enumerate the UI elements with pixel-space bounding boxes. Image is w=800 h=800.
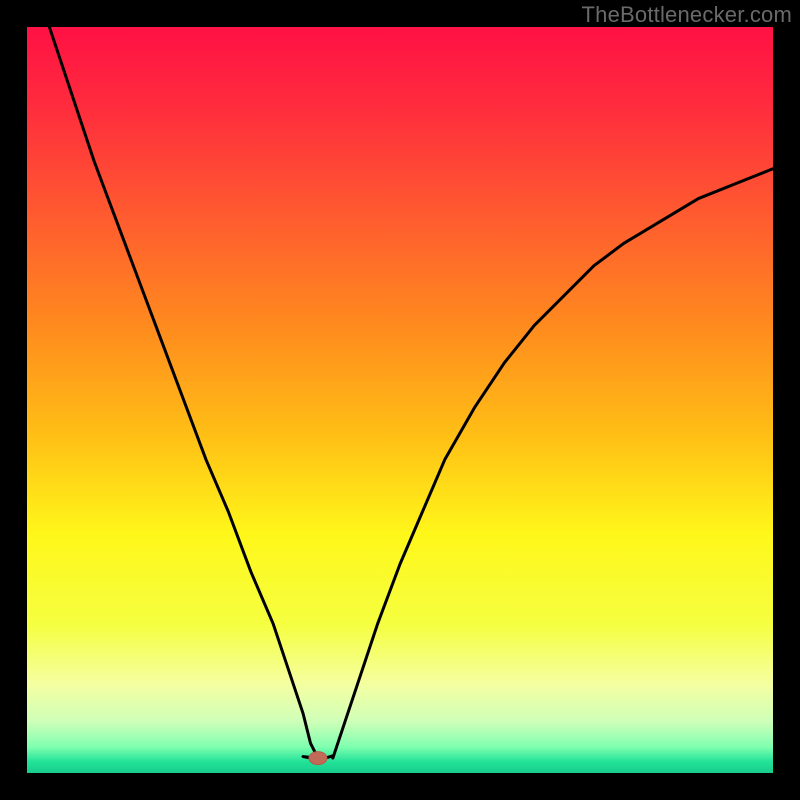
chart-frame: TheBottlenecker.com xyxy=(0,0,800,800)
optimum-marker xyxy=(309,752,327,765)
plot-area xyxy=(27,27,773,773)
gradient-background xyxy=(27,27,773,773)
chart-svg xyxy=(27,27,773,773)
watermark-text: TheBottlenecker.com xyxy=(582,2,792,28)
